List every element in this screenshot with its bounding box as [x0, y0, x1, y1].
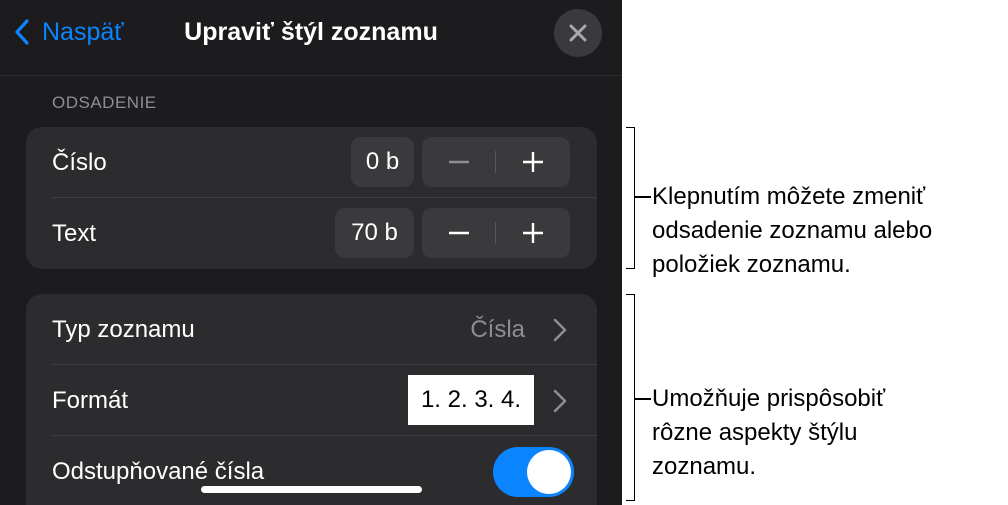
callout-line-text: rôzne aspekty štýlu — [652, 419, 858, 446]
tiered-numbers-toggle[interactable] — [493, 447, 574, 497]
indent-group: Číslo 0 b Text 70 b — [26, 127, 597, 269]
format-value: 1. 2. 3. 4. — [408, 375, 534, 425]
callout-list-options: Umožňuje prispôsobiť rôzne aspekty štýlu… — [652, 382, 885, 484]
callout-line-text: Klepnutím môžete zmeniť — [652, 183, 926, 210]
callout-line-text: položiek zoznamu. — [652, 251, 851, 278]
row-label: Odstupňované čísla — [52, 458, 265, 485]
callout-bracket-indent — [626, 127, 635, 269]
row-format[interactable]: Formát 1. 2. 3. 4. — [26, 365, 597, 436]
row-label: Formát — [52, 387, 129, 414]
toggle-knob — [527, 450, 571, 494]
callout-line-text: odsadenie zoznamu alebo — [652, 217, 933, 244]
chevron-right-icon — [553, 318, 567, 342]
close-button[interactable] — [554, 9, 602, 57]
callout-line-text: Umožňuje prispôsobiť — [652, 385, 886, 412]
decrement-button[interactable] — [422, 208, 496, 258]
row-label: Číslo — [52, 149, 107, 176]
text-indent-value[interactable]: 70 b — [335, 208, 414, 258]
chevron-right-icon — [553, 389, 567, 413]
page-title: Upraviť štýl zoznamu — [184, 18, 438, 46]
increment-button[interactable] — [496, 208, 570, 258]
row-label: Text — [52, 220, 97, 247]
text-indent-stepper — [422, 208, 570, 258]
list-options-group: Typ zoznamu Čísla Formát 1. 2. 3. 4. Ods… — [26, 294, 597, 505]
callout-indent: Klepnutím môžete zmeniť odsadenie zoznam… — [652, 180, 932, 282]
row-list-type[interactable]: Typ zoznamu Čísla — [26, 294, 597, 365]
row-number-indent: Číslo 0 b — [26, 127, 597, 198]
section-header-indent: ODSADENIE — [52, 93, 157, 112]
row-tiered-numbers: Odstupňované čísla — [26, 436, 597, 505]
row-text-indent: Text 70 b — [26, 198, 597, 269]
callout-leader-line — [634, 196, 651, 198]
home-indicator — [201, 486, 422, 493]
list-type-value: Čísla — [470, 316, 525, 343]
callout-leader-line — [634, 398, 651, 400]
list-style-panel: Naspäť Upraviť štýl zoznamu ODSADENIE Čí… — [0, 0, 622, 505]
plus-icon — [523, 152, 543, 172]
callout-line-text: zoznamu. — [652, 453, 757, 480]
plus-icon — [523, 223, 543, 243]
number-indent-value[interactable]: 0 b — [351, 137, 414, 187]
navigation-bar: Naspäť Upraviť štýl zoznamu — [0, 0, 622, 76]
close-icon — [569, 24, 587, 42]
row-label: Typ zoznamu — [52, 316, 195, 343]
number-indent-stepper — [422, 137, 570, 187]
decrement-button[interactable] — [422, 137, 496, 187]
increment-button[interactable] — [496, 137, 570, 187]
minus-icon — [449, 160, 469, 164]
minus-icon — [449, 231, 469, 235]
